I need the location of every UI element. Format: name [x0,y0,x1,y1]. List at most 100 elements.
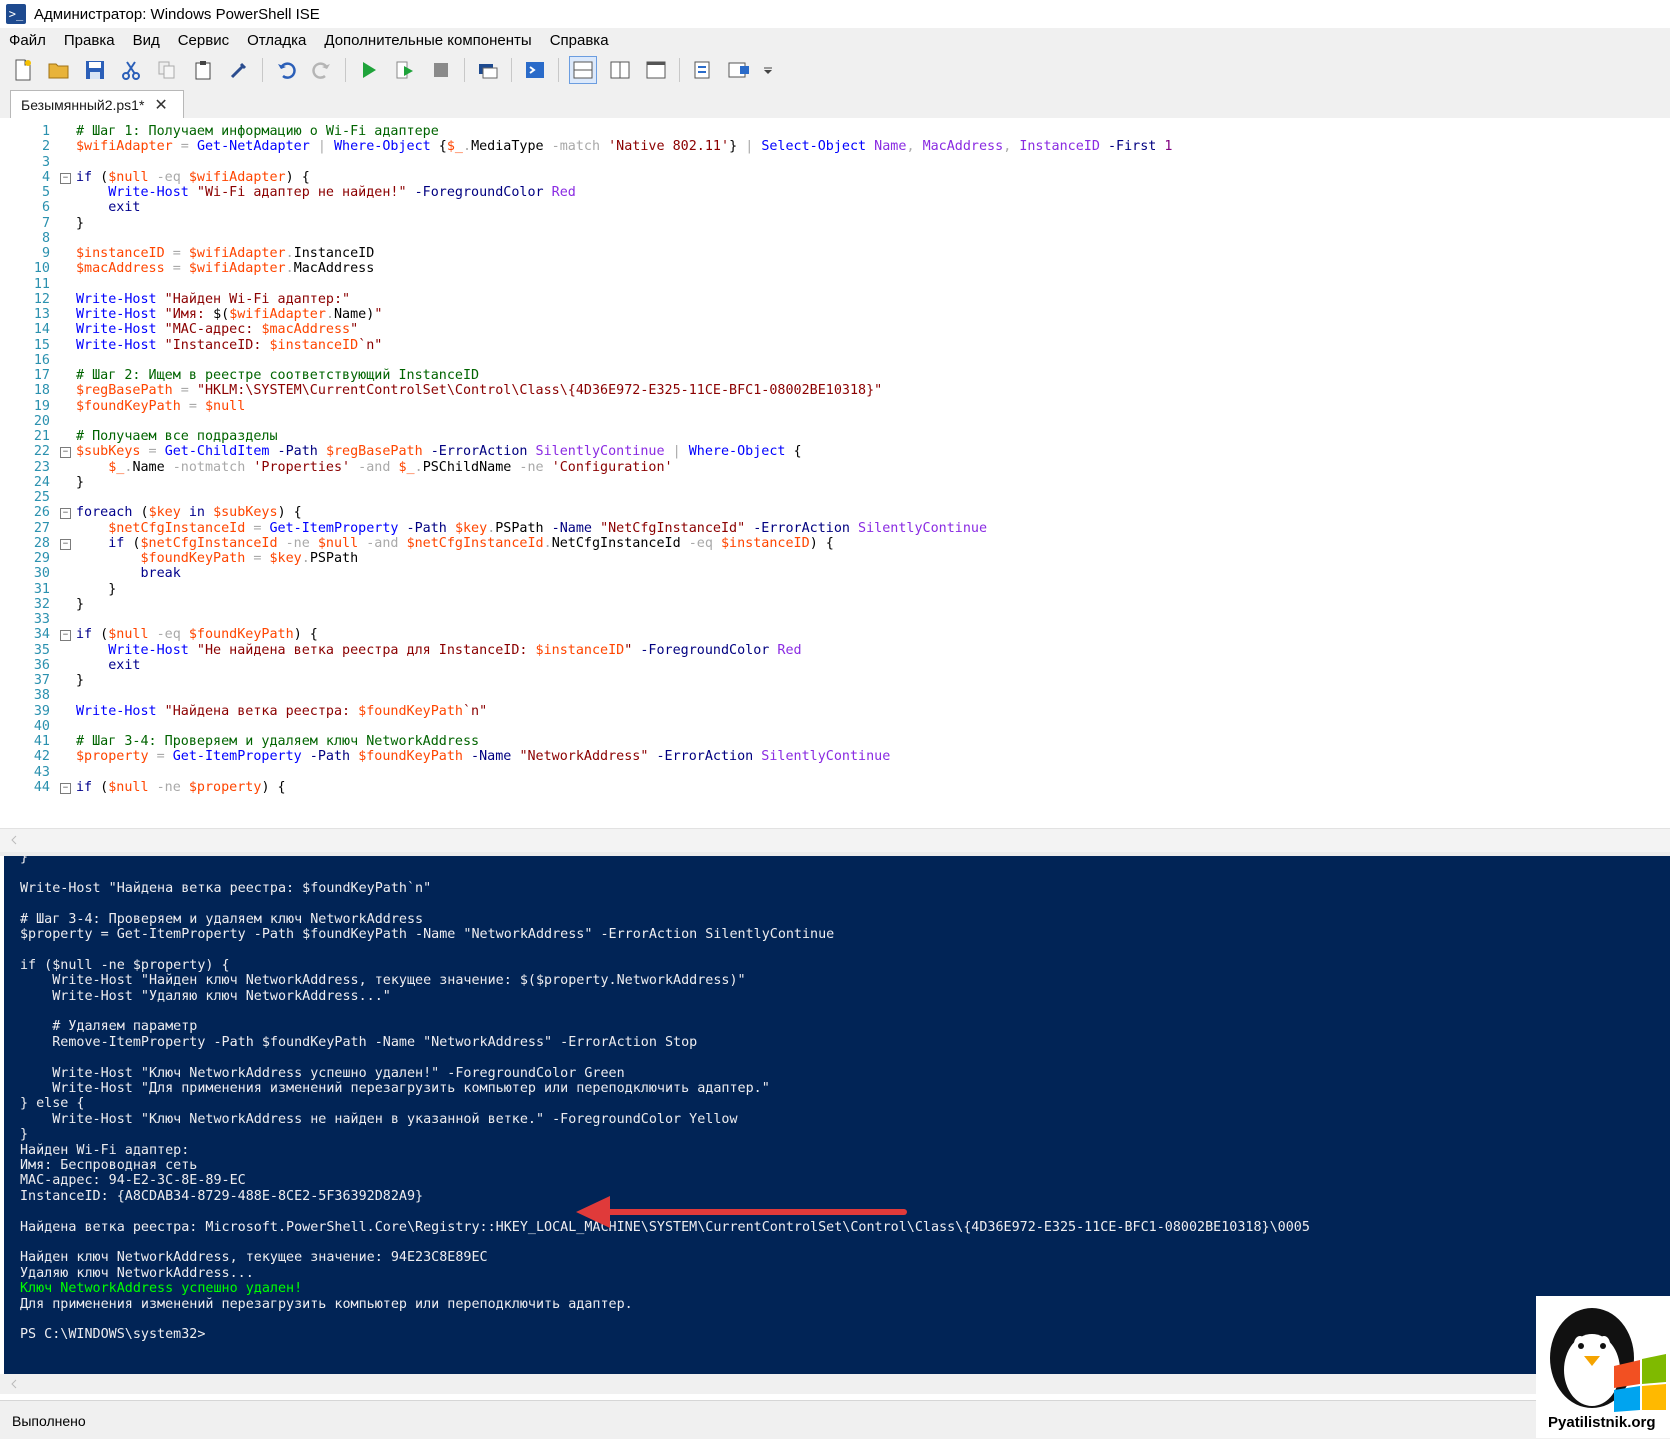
line-number: 29 [33,551,50,566]
line-number: 9 [41,246,50,261]
status-text: Выполнено [12,1413,86,1429]
stop-icon[interactable] [428,57,454,83]
powershell-console-icon[interactable] [522,57,548,83]
line-number: 30 [33,566,50,582]
scroll-left-icon [11,835,17,845]
line-number: 23 [33,459,50,475]
line-number: 44 [33,779,50,795]
undo-icon[interactable] [273,57,299,83]
show-addon-icon[interactable] [726,57,752,83]
cut-icon[interactable] [118,57,144,83]
line-number: 3 [41,154,50,170]
code-text: Write-Host "InstanceID: $instanceID`n" [76,337,383,353]
line-number: 26 [33,505,50,521]
penguin-windows-logo-icon [1550,1308,1666,1412]
new-file-icon[interactable] [10,57,36,83]
remote-powershell-icon[interactable] [475,57,501,83]
console-horizontal-scrollbar[interactable] [0,1374,1670,1394]
line-number: 2 [41,139,50,155]
code-text: $netCfgInstanceId = Get-ItemProperty -Pa… [108,520,988,536]
menu-debug[interactable]: Отладка [238,32,315,49]
paste-icon[interactable] [190,57,216,83]
code-text: exit [108,200,141,216]
line-number: 24 [33,474,50,490]
open-folder-icon[interactable] [46,57,72,83]
line-number: 1 [41,124,50,139]
code-text: $property = Get-ItemProperty -Path $foun… [76,749,891,765]
show-commands-icon[interactable] [690,57,716,83]
toolbar-separator [558,58,559,82]
line-number: 5 [41,185,50,200]
script-editor[interactable]: 1 # Шаг 1: Получаем информацию о Wi-Fi ад… [0,118,1670,828]
toolbar-separator [679,58,680,82]
line-number: 40 [33,718,50,734]
code-text: } [76,581,117,597]
code-text: $regBasePath = "HKLM:\SYSTEM\CurrentCont… [76,383,883,399]
code-text: Write-Host "Wi-Fi адаптер не найден!" -F… [108,185,576,200]
show-script-max-icon[interactable] [643,57,669,83]
line-number: 18 [33,383,50,399]
watermark-logo: Pyatilistnik.org [1536,1296,1670,1438]
line-number: 36 [33,657,50,673]
code-text: foreach ($key in $subKeys) { [76,505,302,521]
line-number: 31 [33,581,50,597]
line-number: 14 [33,322,50,338]
tab-label: Безымянный2.ps1* [21,97,145,113]
window-title: Администратор: Windows PowerShell ISE [34,5,320,23]
redo-icon[interactable] [309,57,335,83]
menu-addons[interactable]: Дополнительные компоненты [315,32,540,49]
line-number: 16 [33,352,50,368]
toolbar-separator [262,58,263,82]
run-selection-icon[interactable] [392,57,418,83]
collapse-icon[interactable]: − [60,172,71,184]
tab-untitled2[interactable]: Безымянный2.ps1* ✕ [10,90,184,119]
code-text: Write-Host "MAC-адрес: $macAddress" [76,322,359,338]
code-text: $foundKeyPath = $key.PSPath [140,551,359,566]
overflow-icon[interactable] [762,57,774,83]
show-script-top-icon[interactable] [569,56,597,84]
menu-edit[interactable]: Правка [55,32,124,49]
code-text: $subKeys = Get-ChildItem -Path $regBaseP… [76,444,802,460]
clear-icon[interactable] [226,57,252,83]
show-script-right-icon[interactable] [607,57,633,83]
line-number: 15 [33,337,50,353]
collapse-icon[interactable]: − [60,508,71,520]
line-number: 6 [41,200,50,216]
script-tab-bar: Безымянный2.ps1* ✕ [0,88,1670,119]
collapse-icon[interactable]: − [60,447,71,459]
collapse-icon[interactable]: − [60,538,71,550]
code-text: # Шаг 1: Получаем информацию о Wi-Fi ада… [76,124,439,139]
line-number: 11 [33,276,50,292]
run-icon[interactable] [356,57,382,83]
code-text: } [76,673,85,688]
menu-bar: Файл Правка Вид Сервис Отладка Дополните… [0,28,1670,52]
watermark-text: Pyatilistnik.org [1548,1414,1656,1431]
line-number: 34 [33,627,50,643]
title-bar: >_ Администратор: Windows PowerShell ISE [0,0,1670,28]
collapse-icon[interactable]: − [60,630,71,642]
code-text: Write-Host "Найден Wi-Fi адаптер:" [76,291,351,307]
line-number: 10 [33,261,50,277]
code-text: # Шаг 3-4: Проверяем и удаляем ключ Netw… [76,734,480,749]
line-number: 38 [33,688,50,704]
menu-file[interactable]: Файл [0,32,55,49]
code-text: Write-Host "Имя: $($wifiAdapter.Name)" [76,307,383,322]
scroll-left-icon [11,1379,17,1389]
collapse-icon[interactable]: − [60,782,71,794]
console-pane[interactable]: PS C:\WINDOWS\system32> Для применения из… [4,856,1670,1374]
line-number: 21 [33,429,50,444]
toolbar-separator [464,58,465,82]
copy-icon[interactable] [154,57,180,83]
line-number: 4 [41,169,50,185]
close-icon[interactable]: ✕ [154,95,167,115]
code-text: if ($null -ne $property) { [76,779,286,795]
toolbar-separator [511,58,512,82]
save-icon[interactable] [82,57,108,83]
editor-horizontal-scrollbar[interactable] [0,828,1670,853]
menu-view[interactable]: Вид [124,32,169,49]
menu-help[interactable]: Справка [541,32,618,49]
line-number: 41 [33,734,50,749]
menu-tools[interactable]: Сервис [169,32,238,49]
code-text: Write-Host "Не найдена ветка реестра для… [108,642,802,658]
annotation-arrow [576,1196,907,1228]
